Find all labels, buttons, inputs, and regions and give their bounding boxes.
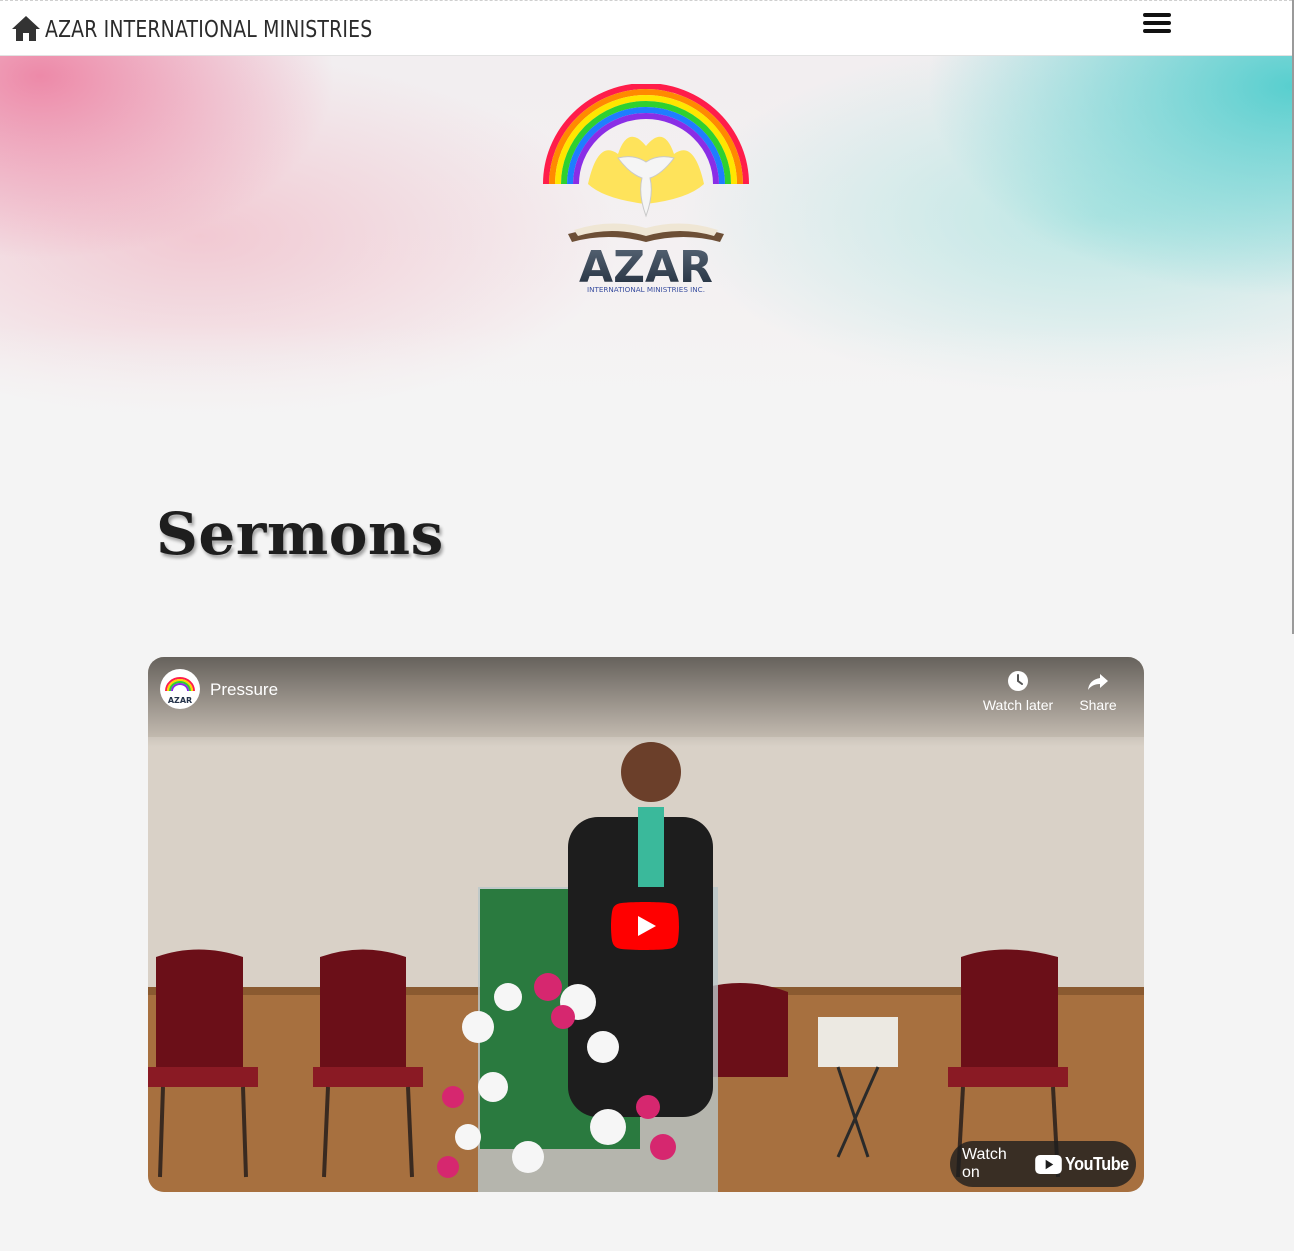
clock-icon [1006, 669, 1030, 693]
svg-text:AZAR: AZAR [168, 696, 192, 705]
watch-later-label: Watch later [982, 697, 1054, 713]
watch-on-youtube-button[interactable]: Watch on YouTube [950, 1141, 1136, 1187]
share-button[interactable]: Share [1058, 669, 1138, 713]
video-title[interactable]: Pressure [210, 680, 278, 700]
svg-text:INTERNATIONAL MINISTRIES INC.: INTERNATIONAL MINISTRIES INC. [587, 285, 705, 294]
youtube-embed[interactable]: AZAR Pressure Watch later Share Watch on… [148, 657, 1144, 1192]
watch-on-label: Watch on [962, 1146, 1007, 1181]
watch-later-button[interactable]: Watch later [978, 669, 1058, 713]
youtube-play-icon [1035, 1154, 1062, 1174]
azar-logo: AZAR INTERNATIONAL MINISTRIES INC. [543, 84, 749, 294]
hamburger-menu-icon[interactable] [1143, 13, 1171, 37]
hero-banner: AZAR INTERNATIONAL MINISTRIES INC. [0, 56, 1292, 446]
site-title: AZAR INTERNATIONAL MINISTRIES [45, 17, 373, 43]
home-icon [11, 14, 41, 47]
youtube-label: YouTube [1065, 1153, 1129, 1174]
page-title: Sermons [156, 500, 444, 568]
share-label: Share [1079, 697, 1117, 713]
channel-avatar[interactable]: AZAR [160, 669, 200, 709]
home-link[interactable]: AZAR INTERNATIONAL MINISTRIES [11, 15, 444, 45]
play-icon[interactable] [611, 902, 679, 950]
share-arrow-icon [1086, 669, 1110, 693]
youtube-logo: YouTube [1035, 1154, 1136, 1175]
top-navbar: AZAR INTERNATIONAL MINISTRIES [0, 0, 1292, 56]
